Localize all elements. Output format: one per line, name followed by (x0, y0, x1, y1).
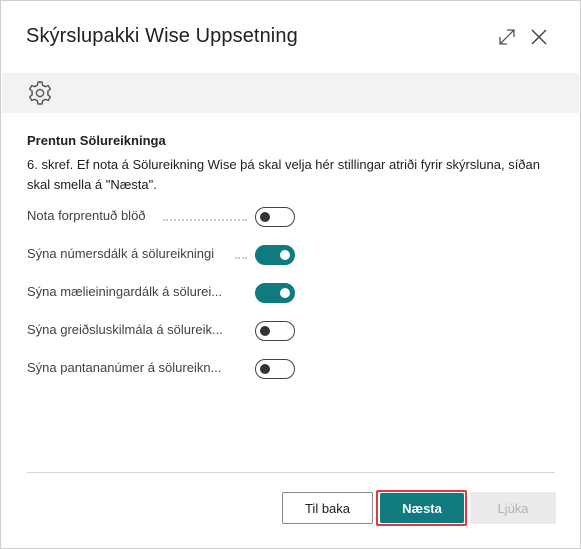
toggle-payment-terms[interactable] (255, 321, 295, 341)
gear-icon (29, 81, 51, 105)
toggle-knob (280, 250, 290, 260)
close-button[interactable] (523, 21, 555, 53)
toggle-preprinted[interactable] (255, 207, 295, 227)
action-bar (2, 73, 579, 113)
next-button[interactable]: Næsta (380, 493, 464, 523)
expand-icon (499, 29, 515, 45)
toggle-knob (260, 212, 270, 222)
expand-button[interactable] (491, 21, 523, 53)
toggle-number-column[interactable] (255, 245, 295, 265)
toggle-unit-column[interactable] (255, 283, 295, 303)
dialog-title: Skýrslupakki Wise Uppsetning (26, 25, 298, 47)
field-dots (235, 257, 247, 259)
field-dots (163, 219, 247, 221)
field-row-order-number: Sýna pantananúmer á sölureikn... (27, 356, 297, 380)
setup-dialog: Skýrslupakki Wise Uppsetning Prentun Söl… (0, 0, 581, 549)
field-label: Sýna pantananúmer á sölureikn... (27, 360, 222, 375)
field-row-payment-terms: Sýna greiðsluskilmála á sölureik... (27, 318, 297, 342)
field-label: Sýna greiðsluskilmála á sölureik... (27, 322, 223, 337)
field-row-number-column: Sýna númersdálk á sölureikningi (27, 242, 297, 266)
field-label: Sýna mælieiningardálk á sölurei... (27, 284, 223, 299)
toggle-order-number[interactable] (255, 359, 295, 379)
footer-divider (27, 472, 555, 473)
title-bar: Skýrslupakki Wise Uppsetning (1, 1, 580, 73)
back-button[interactable]: Til baka (282, 492, 373, 524)
toggle-knob (280, 288, 290, 298)
section-title: Prentun Sölureikninga (27, 133, 166, 148)
field-row-unit-column: Sýna mælieiningardálk á sölurei... (27, 280, 297, 304)
settings-button[interactable] (24, 79, 56, 107)
toggle-knob (260, 364, 270, 374)
close-icon (531, 29, 547, 45)
step-instructions: 6. skref. Ef nota á Sölureikning Wise þá… (27, 157, 540, 192)
field-row-preprinted: Nota forprentuð blöð (27, 204, 297, 228)
field-label: Sýna númersdálk á sölureikningi (27, 246, 215, 261)
toggle-knob (260, 326, 270, 336)
finish-button: Ljúka (470, 492, 556, 524)
